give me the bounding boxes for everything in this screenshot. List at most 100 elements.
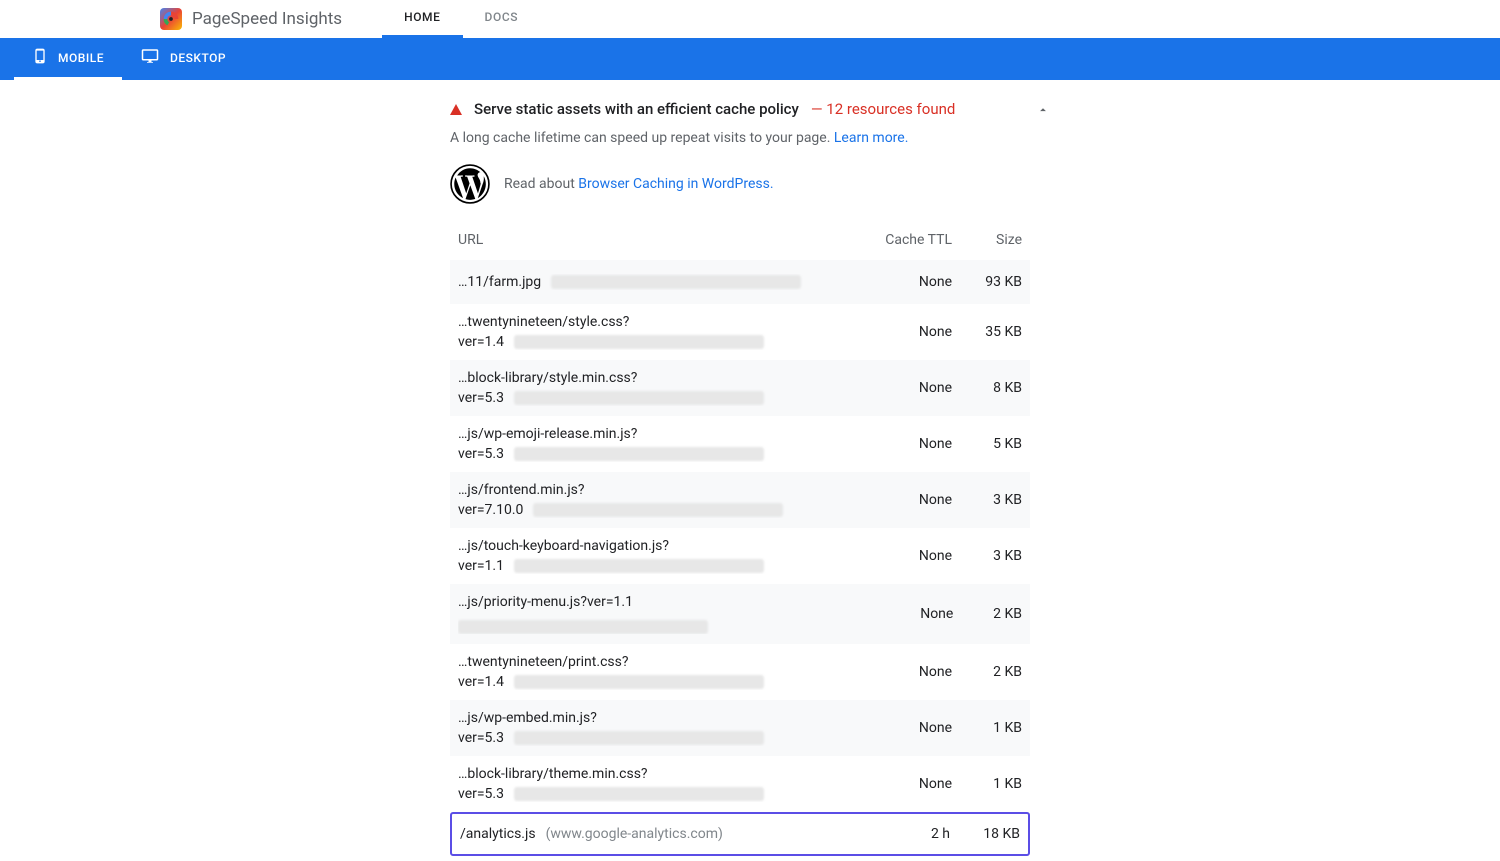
cell-size: 35 KB [952,324,1022,340]
table-row: …11/farm.jpg None93 KB [450,260,1030,304]
cell-ttl: None [882,548,952,564]
cell-url: …block-library/theme.min.css?ver=5.3 [458,766,882,802]
url-text: …11/farm.jpg [458,274,541,290]
table-row: …js/frontend.min.js?ver=7.10.0None3 KB [450,472,1030,528]
url-text: …js/frontend.min.js? [458,482,585,498]
blurred-host [533,503,783,517]
blurred-host [514,559,764,573]
blurred-host [514,335,764,349]
cell-url: …11/farm.jpg [458,274,882,290]
table-row: …twentynineteen/print.css?ver=1.4None2 K… [450,644,1030,700]
tab-home[interactable]: HOME [382,0,462,38]
cell-url: …js/touch-keyboard-navigation.js? ver=1.1 [458,538,882,574]
blurred-host [514,391,764,405]
audit-title: Serve static assets with an efficient ca… [474,100,799,118]
table-row: …js/priority-menu.js?ver=1.1 None2 KB [450,584,1030,644]
url-text: …js/wp-embed.min.js? [458,710,597,726]
url-text-2: ver=5.3 [458,786,504,802]
url-host: (www.google-analytics.com) [546,826,723,842]
cell-size: 2 KB [952,664,1022,680]
resources-table: URL Cache TTL Size …11/farm.jpgNone93 KB… [450,232,1030,861]
blurred-host [551,275,801,289]
cell-url: …twentynineteen/print.css?ver=1.4 [458,654,882,690]
table-row: …js/wp-embed.min.js? ver=5.3 None1 KB [450,700,1030,756]
url-text: /analytics.js [460,826,536,842]
blurred-host [514,675,764,689]
url-text-2: ver=5.3 [458,730,504,746]
cell-size: 2 KB [953,606,1022,622]
cell-size: 1 KB [952,720,1022,736]
cell-size: 18 KB [950,826,1020,842]
url-text: …js/touch-keyboard-navigation.js? [458,538,669,554]
cell-ttl: 2 h [880,826,950,842]
blurred-host [514,447,764,461]
device-tab-mobile-label: MOBILE [58,51,104,65]
main-content: Serve static assets with an efficient ca… [0,80,1500,861]
url-text: …block-library/style.min.css? [458,370,637,386]
url-text: …twentynineteen/style.css? [458,314,629,330]
chevron-up-icon[interactable] [1036,102,1050,121]
mobile-icon [32,46,48,69]
device-tab-bar: MOBILE DESKTOP [0,38,1500,80]
blurred-host [514,787,764,801]
cell-size: 93 KB [952,274,1022,290]
cell-size: 5 KB [952,436,1022,452]
cell-ttl: None [882,492,952,508]
table-header: URL Cache TTL Size [450,232,1030,260]
wordpress-hint: Read about Browser Caching in WordPress. [450,164,1050,204]
cell-url: …twentynineteen/style.css?ver=1.4 [458,314,882,350]
psi-logo-icon [160,8,182,30]
table-row: 4 h3 KB [450,856,1030,861]
cell-size: 8 KB [952,380,1022,396]
table-body: …11/farm.jpgNone93 KB…twentynineteen/sty… [450,260,1030,861]
app-header: PageSpeed Insights HOME DOCS [0,0,1500,38]
table-row: …block-library/theme.min.css?ver=5.3None… [450,756,1030,812]
device-tab-desktop-label: DESKTOP [170,51,226,65]
cell-size: 1 KB [952,776,1022,792]
audit-description: A long cache lifetime can speed up repea… [450,130,1050,146]
wordpress-link[interactable]: Browser Caching in WordPress. [578,176,773,192]
url-text-2: ver=5.3 [458,446,504,462]
table-row: /analytics.js (www.google-analytics.com) 2… [450,812,1030,856]
cell-ttl: None [882,664,952,680]
cell-url: …js/frontend.min.js?ver=7.10.0 [458,482,882,518]
cell-ttl: None [885,606,954,622]
table-row: …js/wp-emoji-release.min.js? ver=5.3 None5… [450,416,1030,472]
url-text: …twentynineteen/print.css? [458,654,628,670]
top-tabs: HOME DOCS [382,0,540,38]
device-tab-desktop[interactable]: DESKTOP [122,38,244,80]
desktop-icon [140,47,160,68]
url-text-2: ver=1.1 [458,558,504,574]
cell-ttl: None [882,720,952,736]
blurred-host [514,731,764,745]
url-text: …js/wp-emoji-release.min.js? [458,426,637,442]
cell-ttl: None [882,324,952,340]
cell-url: …js/wp-embed.min.js? ver=5.3 [458,710,882,746]
learn-more-link[interactable]: Learn more. [834,130,909,146]
url-text: …js/priority-menu.js?ver=1.1 [458,594,633,610]
tab-docs-label: DOCS [485,10,519,24]
app-title: PageSpeed Insights [192,9,342,29]
cell-ttl: None [882,380,952,396]
cell-size: 3 KB [952,492,1022,508]
cell-ttl: None [882,436,952,452]
audit-description-text: A long cache lifetime can speed up repea… [450,130,834,146]
table-row: …twentynineteen/style.css?ver=1.4None35 … [450,304,1030,360]
table-row: …js/touch-keyboard-navigation.js? ver=1.1… [450,528,1030,584]
cell-url: …block-library/style.min.css?ver=5.3 [458,370,882,406]
blurred-host [458,620,708,634]
audit-header[interactable]: Serve static assets with an efficient ca… [450,100,1050,118]
cell-ttl: None [882,274,952,290]
tab-docs[interactable]: DOCS [463,0,541,38]
col-header-ttl: Cache TTL [882,232,952,248]
table-row: …block-library/style.min.css?ver=5.3None… [450,360,1030,416]
audit-panel: Serve static assets with an efficient ca… [450,100,1050,861]
wordpress-hint-text: Read about Browser Caching in WordPress. [504,176,774,192]
wordpress-logo-icon [450,164,490,204]
col-header-url: URL [458,232,882,248]
device-tab-mobile[interactable]: MOBILE [14,38,122,80]
cell-size: 3 KB [952,548,1022,564]
warning-triangle-icon [450,104,462,115]
cell-url: …js/wp-emoji-release.min.js? ver=5.3 [458,426,882,462]
cell-ttl: None [882,776,952,792]
